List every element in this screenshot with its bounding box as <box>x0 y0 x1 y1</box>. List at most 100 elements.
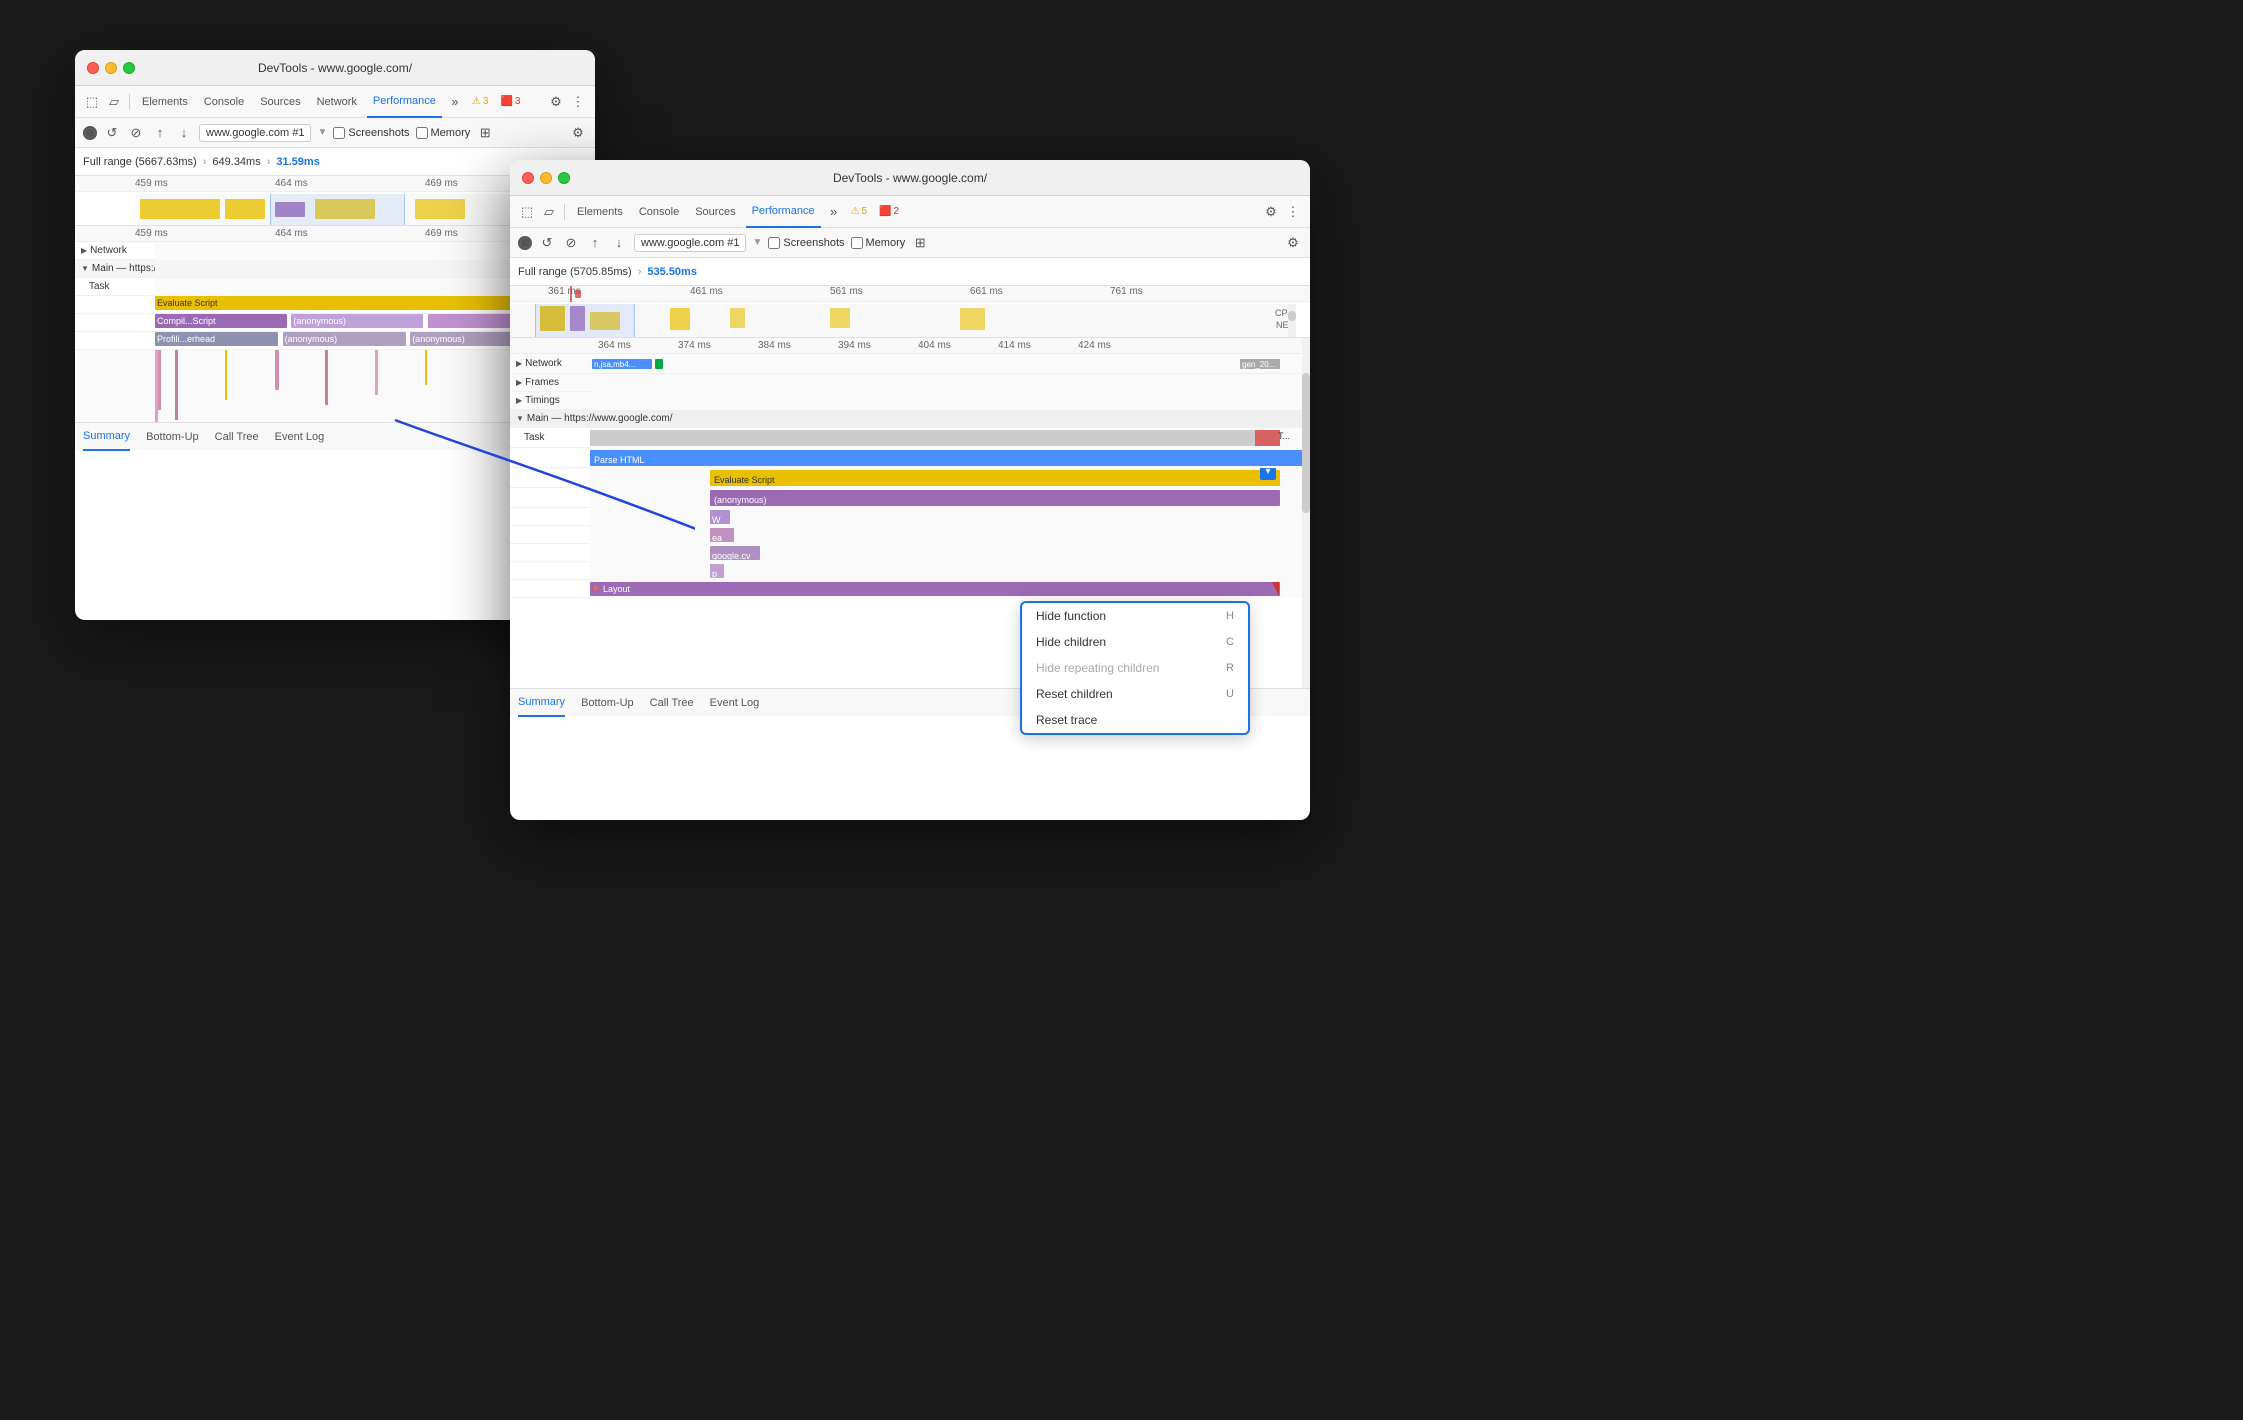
fg-p-bar[interactable]: p <box>710 564 724 578</box>
fg-upload-icon[interactable]: ↑ <box>586 234 604 252</box>
bg-record-button[interactable] <box>83 126 97 140</box>
fg-eval-script-content: Evaluate Script ▾ <box>590 468 1310 488</box>
bg-url-dropdown[interactable]: ▼ <box>317 127 327 138</box>
fg-detail-tick7: 424 ms <box>1078 340 1111 351</box>
fg-bottom-tab-summary[interactable]: Summary <box>518 689 565 717</box>
fg-ea-content: ea <box>590 526 1310 544</box>
fg-bottom-tab-eventlog[interactable]: Event Log <box>710 689 760 717</box>
bg-bottom-tab-bottomup[interactable]: Bottom-Up <box>146 423 199 451</box>
fg-settings-icon[interactable]: ⚙ <box>1262 203 1280 221</box>
bg-clear-icon[interactable]: ⊘ <box>127 124 145 142</box>
bg-device-icon[interactable]: ▱ <box>105 93 123 111</box>
bg-memory-checkbox[interactable]: Memory <box>416 127 471 139</box>
fg-download-icon[interactable]: ↓ <box>610 234 628 252</box>
bg-recording-bar: ↺ ⊘ ↑ ↓ www.google.com #1 ▼ Screenshots … <box>75 118 595 148</box>
fg-more-tabs-icon[interactable]: » <box>825 203 843 221</box>
fg-t-label: T... <box>1278 431 1290 441</box>
fg-parse-bar[interactable]: Parse HTML <box>590 450 1310 466</box>
bg-settings-icon[interactable]: ⚙ <box>547 93 565 111</box>
menu-item-reset-children[interactable]: Reset children U <box>1022 681 1248 707</box>
bg-anon1-bar[interactable]: (anonymous) <box>291 314 423 328</box>
fg-minimize-button[interactable] <box>540 172 552 184</box>
bg-profil-bar[interactable]: Profili...erhead <box>155 332 278 346</box>
bg-maximize-button[interactable] <box>123 62 135 74</box>
bg-tab-elements[interactable]: Elements <box>136 86 194 118</box>
fg-device-icon[interactable]: ▱ <box>540 203 558 221</box>
bg-close-button[interactable] <box>87 62 99 74</box>
bg-network-label: ▶ Network <box>75 245 155 256</box>
fg-url-dropdown[interactable]: ▼ <box>752 237 762 248</box>
fg-bottom-tab-bottomup[interactable]: Bottom-Up <box>581 689 634 717</box>
fg-range-highlight: 535.50ms <box>647 266 697 278</box>
menu-item-reset-trace[interactable]: Reset trace <box>1022 707 1248 733</box>
bg-tab-network[interactable]: Network <box>311 86 363 118</box>
fg-main-expand[interactable]: ▼ <box>516 414 524 423</box>
bg-upload-icon[interactable]: ↑ <box>151 124 169 142</box>
bg-network-expand[interactable]: ▶ <box>81 246 87 255</box>
menu-item-hide-function[interactable]: Hide function H <box>1022 603 1248 629</box>
fg-clear-icon[interactable]: ⊘ <box>562 234 580 252</box>
bg-reload-icon[interactable]: ↺ <box>103 124 121 142</box>
bg-range-start: 649.34ms <box>212 156 260 168</box>
fg-url-bar[interactable]: www.google.com #1 <box>634 234 746 252</box>
bg-tab-console[interactable]: Console <box>198 86 250 118</box>
fg-reload-icon[interactable]: ↺ <box>538 234 556 252</box>
bg-more-tabs-icon[interactable]: » <box>446 93 464 111</box>
bg-minimize-button[interactable] <box>105 62 117 74</box>
fg-p-row: p <box>510 562 1310 580</box>
fg-w-bar[interactable]: W <box>710 510 730 524</box>
menu-item-hide-repeating: Hide repeating children R <box>1022 655 1248 681</box>
bg-main-expand[interactable]: ▼ <box>81 264 89 273</box>
fg-network-expand[interactable]: ▶ <box>516 359 522 368</box>
bg-bottom-tab-summary[interactable]: Summary <box>83 423 130 451</box>
fg-ea-bar[interactable]: ea <box>710 528 734 542</box>
bg-screenshots-checkbox[interactable]: Screenshots <box>333 127 409 139</box>
fg-net-bar-gen[interactable]: gen_20... <box>1240 359 1280 369</box>
fg-frames-content <box>590 374 1310 392</box>
fg-detail-tick5: 404 ms <box>918 340 951 351</box>
fg-frames-expand[interactable]: ▶ <box>516 378 522 387</box>
bg-download-icon[interactable]: ↓ <box>175 124 193 142</box>
fg-layout-warning <box>1272 582 1279 596</box>
bg-bottom-tab-eventlog[interactable]: Event Log <box>275 423 325 451</box>
bg-tab-sources[interactable]: Sources <box>254 86 306 118</box>
fg-screenshots-checkbox[interactable]: Screenshots <box>768 237 844 249</box>
fg-task-bar[interactable] <box>590 430 1280 446</box>
fg-record-button[interactable] <box>518 236 532 250</box>
bg-anon3-bar[interactable]: (anonymous) <box>283 332 406 346</box>
fg-separator-1 <box>564 204 565 220</box>
fg-tab-elements[interactable]: Elements <box>571 196 629 228</box>
menu-item-hide-children[interactable]: Hide children C <box>1022 629 1248 655</box>
fg-maximize-button[interactable] <box>558 172 570 184</box>
fg-anon-row: (anonymous) <box>510 488 1310 508</box>
fg-googlecv-bar[interactable]: google.cv <box>710 546 760 560</box>
fg-timings-expand[interactable]: ▶ <box>516 396 522 405</box>
fg-eval-dropdown-btn[interactable]: ▾ <box>1260 468 1276 480</box>
bg-url-bar[interactable]: www.google.com #1 <box>199 124 311 142</box>
bg-more-icon[interactable]: ⋮ <box>569 93 587 111</box>
fg-inspect-icon[interactable]: ⬚ <box>518 203 536 221</box>
fg-layout-bar[interactable]: ▸ Layout <box>590 582 1280 596</box>
fg-settings2-icon[interactable]: ⚙ <box>1284 234 1302 252</box>
fg-memory-checkbox[interactable]: Memory <box>851 237 906 249</box>
fg-tab-sources[interactable]: Sources <box>689 196 741 228</box>
fg-anon-bar[interactable]: (anonymous) <box>710 490 1280 506</box>
bg-settings2-icon[interactable]: ⚙ <box>569 124 587 142</box>
fg-tab-performance[interactable]: Performance <box>746 196 821 228</box>
bg-memory-icon[interactable]: ⊞ <box>476 124 494 142</box>
bg-inspect-icon[interactable]: ⬚ <box>83 93 101 111</box>
bg-bottom-tab-calltree[interactable]: Call Tree <box>215 423 259 451</box>
fg-memory-icon[interactable]: ⊞ <box>911 234 929 252</box>
fg-net-bar-files[interactable]: n,jsa,mb4... <box>592 359 652 369</box>
fg-more-icon[interactable]: ⋮ <box>1284 203 1302 221</box>
bg-tab-performance[interactable]: Performance <box>367 86 442 118</box>
fg-eval-script-bar[interactable]: Evaluate Script <box>710 470 1280 486</box>
fg-mini-timeline: 361 ms 461 ms 561 ms 661 ms 761 ms CPU N… <box>510 286 1310 338</box>
fg-close-button[interactable] <box>522 172 534 184</box>
bg-compil-bar[interactable]: Compil...Script <box>155 314 287 328</box>
fg-scrollbar[interactable] <box>1302 338 1310 688</box>
fg-layout-content: ▸ Layout <box>590 580 1310 598</box>
fg-detail-tick6: 414 ms <box>998 340 1031 351</box>
fg-bottom-tab-calltree[interactable]: Call Tree <box>650 689 694 717</box>
fg-tab-console[interactable]: Console <box>633 196 685 228</box>
